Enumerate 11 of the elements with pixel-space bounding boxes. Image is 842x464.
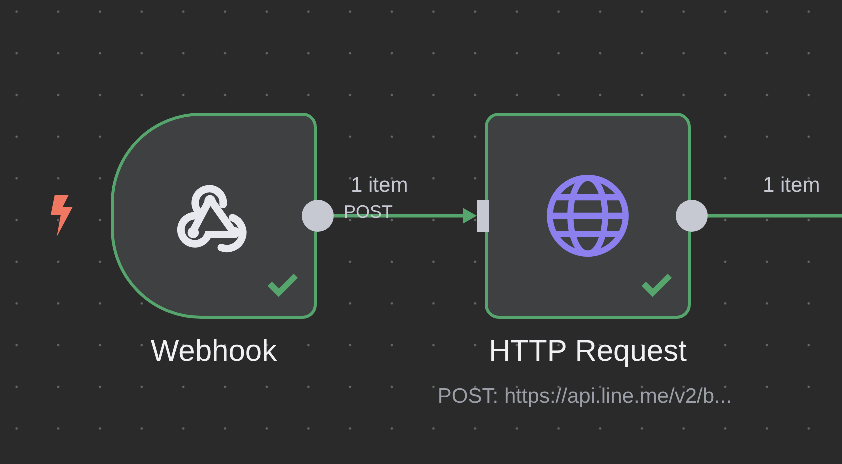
node-card[interactable] bbox=[485, 113, 691, 319]
input-handle[interactable] bbox=[477, 200, 489, 232]
item-count: 1 item bbox=[763, 174, 820, 198]
output-handle[interactable] bbox=[302, 200, 334, 232]
node-title: Webhook bbox=[150, 335, 278, 369]
item-count: 1 item bbox=[351, 174, 408, 198]
node-card[interactable] bbox=[111, 113, 317, 319]
node-subtitle: POST: https://api.line.me/v2/b... bbox=[438, 385, 732, 409]
node-title: HTTP Request bbox=[489, 335, 687, 369]
globe-icon bbox=[545, 173, 631, 259]
output-handle[interactable] bbox=[676, 200, 708, 232]
